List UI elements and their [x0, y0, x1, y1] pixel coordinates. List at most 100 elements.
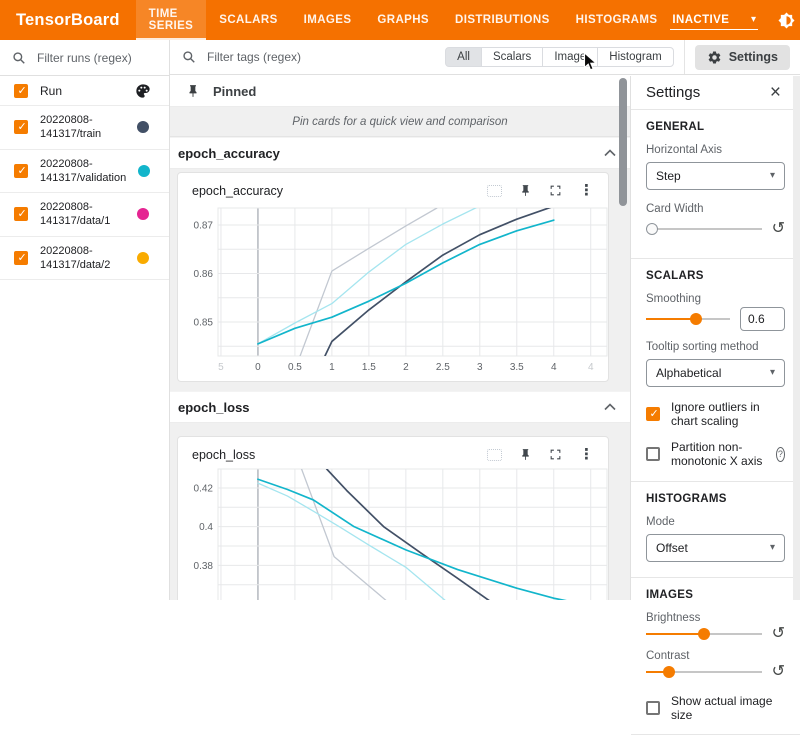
- more-options-icon[interactable]: ⋮: [579, 183, 594, 198]
- reset-icon[interactable]: ↺: [772, 221, 785, 237]
- nav-tab-histograms[interactable]: HISTOGRAMS: [563, 0, 671, 40]
- filter-chip-histogram[interactable]: Histogram: [597, 47, 673, 67]
- nav-tab-distributions[interactable]: DISTRIBUTIONS: [442, 0, 563, 40]
- panel-scrollbar[interactable]: [793, 76, 800, 600]
- ignore-outliers-checkbox[interactable]: [646, 407, 660, 421]
- chevron-down-icon: ▾: [751, 15, 756, 25]
- run-checkbox[interactable]: [14, 207, 28, 221]
- selected-value: Alphabetical: [656, 366, 721, 380]
- field-label: Tooltip sorting method: [646, 341, 785, 353]
- filter-chip-all[interactable]: All: [445, 47, 482, 67]
- chevron-up-icon[interactable]: [604, 149, 616, 157]
- partition-x-axis-checkbox[interactable]: [646, 447, 660, 461]
- card-width-slider[interactable]: [646, 222, 762, 236]
- search-icon: [12, 51, 26, 65]
- runs-list: 20220808-141317/train 20220808-141317/val…: [0, 106, 169, 280]
- filter-chip-scalars[interactable]: Scalars: [481, 47, 543, 67]
- pinned-section-header: Pinned: [170, 76, 630, 107]
- settings-button[interactable]: Settings: [695, 45, 790, 70]
- runs-filter[interactable]: [0, 40, 169, 76]
- nav-tab-graphs[interactable]: GRAPHS: [364, 0, 442, 40]
- svg-text:4: 4: [588, 362, 594, 373]
- checkbox-label: Partition non-monotonic X axis: [671, 440, 763, 468]
- pin-icon[interactable]: [519, 184, 532, 197]
- divider: [684, 40, 685, 74]
- run-row[interactable]: 20220808-141317/data/1: [0, 193, 169, 237]
- field-label: Mode: [646, 516, 785, 528]
- tags-filter-input[interactable]: [205, 49, 445, 65]
- field-label: Contrast: [646, 650, 785, 662]
- pin-icon: [186, 84, 200, 98]
- run-color-dot: [137, 252, 149, 264]
- pin-icon[interactable]: [519, 448, 532, 461]
- settings-section-images: IMAGES Brightness ↺ Contrast ↺ Show actu…: [631, 578, 800, 748]
- nav-tab-scalars[interactable]: SCALARS: [206, 0, 290, 40]
- nav-tab-time-series[interactable]: TIME SERIES: [136, 0, 207, 40]
- run-color-dot: [138, 165, 150, 177]
- reset-icon[interactable]: ↺: [772, 626, 785, 642]
- section-header-epoch-loss[interactable]: epoch_loss: [170, 391, 630, 423]
- run-row[interactable]: 20220808-141317/data/2: [0, 237, 169, 281]
- chevron-down-icon: ▾: [770, 368, 775, 378]
- palette-icon[interactable]: [135, 83, 151, 99]
- settings-section-general: GENERAL Horizontal Axis Step ▾ Card Widt…: [631, 110, 800, 259]
- selected-value: Step: [656, 169, 681, 183]
- settings-section-histograms: HISTOGRAMS Mode Offset ▾: [631, 482, 800, 578]
- fit-to-data-icon[interactable]: [487, 449, 502, 461]
- horizontal-axis-select[interactable]: Step ▾: [646, 162, 785, 190]
- run-row[interactable]: 20220808-141317/validation: [0, 150, 169, 194]
- reset-icon[interactable]: ↺: [772, 664, 785, 680]
- checkbox-label: Show actual image size: [671, 694, 785, 722]
- chevron-down-icon: ▾: [770, 171, 775, 181]
- app-logo: TensorBoard: [16, 0, 120, 40]
- runs-column-label: Run: [40, 84, 123, 98]
- section-header-epoch-accuracy[interactable]: epoch_accuracy: [170, 137, 630, 169]
- theme-toggle-icon[interactable]: [777, 11, 795, 29]
- section-heading: SCALARS: [646, 270, 785, 282]
- run-name: 20220808-141317/data/2: [40, 244, 125, 273]
- contrast-slider[interactable]: [646, 665, 762, 679]
- select-all-checkbox[interactable]: [14, 84, 28, 98]
- card-title: epoch_loss: [192, 448, 255, 462]
- chevron-up-icon[interactable]: [604, 403, 616, 411]
- section-body: epoch_accuracy ⋮ 0.850.860.87500.511.522…: [170, 169, 630, 391]
- svg-text:3.5: 3.5: [510, 362, 524, 373]
- brightness-slider[interactable]: [646, 627, 762, 641]
- run-checkbox[interactable]: [14, 164, 28, 178]
- histogram-mode-select[interactable]: Offset ▾: [646, 534, 785, 562]
- run-row[interactable]: 20220808-141317/train: [0, 106, 169, 150]
- status-dropdown[interactable]: INACTIVE ▾: [670, 11, 758, 30]
- chevron-down-icon: ▾: [770, 543, 775, 553]
- tooltip-sorting-select[interactable]: Alphabetical ▾: [646, 359, 785, 387]
- svg-text:1: 1: [329, 362, 335, 373]
- nav-tab-images[interactable]: IMAGES: [291, 0, 365, 40]
- fullscreen-icon[interactable]: [549, 448, 562, 461]
- line-chart-epoch-loss[interactable]: 0.360.380.40.42: [178, 465, 610, 600]
- pinned-title: Pinned: [213, 84, 256, 99]
- run-checkbox[interactable]: [14, 120, 28, 134]
- more-options-icon[interactable]: ⋮: [579, 447, 594, 462]
- smoothing-value-input[interactable]: [740, 307, 785, 331]
- svg-text:0.42: 0.42: [194, 483, 214, 494]
- show-actual-size-checkbox[interactable]: [646, 701, 660, 715]
- main-scrollbar[interactable]: [619, 78, 627, 206]
- close-icon[interactable]: ×: [770, 83, 781, 102]
- run-color-dot: [137, 121, 149, 133]
- field-label: Brightness: [646, 612, 785, 624]
- run-color-dot: [137, 208, 149, 220]
- runs-filter-input[interactable]: [35, 50, 157, 66]
- smoothing-slider[interactable]: [646, 312, 730, 326]
- help-icon[interactable]: ?: [776, 447, 785, 462]
- run-name: 20220808-141317/data/1: [40, 200, 125, 229]
- run-checkbox[interactable]: [14, 251, 28, 265]
- svg-text:0.85: 0.85: [194, 318, 214, 329]
- main-nav: TIME SERIESSCALARSIMAGESGRAPHSDISTRIBUTI…: [136, 0, 671, 40]
- filter-chip-image[interactable]: Image: [542, 47, 598, 67]
- line-chart-epoch-accuracy[interactable]: 0.850.860.87500.511.522.533.544: [178, 201, 610, 379]
- fit-to-data-icon[interactable]: [487, 185, 502, 197]
- section-body: epoch_loss ⋮ 0.360.380.40.42: [170, 423, 630, 600]
- fullscreen-icon[interactable]: [549, 184, 562, 197]
- selected-value: Offset: [656, 541, 688, 555]
- run-name: 20220808-141317/validation: [40, 157, 126, 186]
- runs-sidebar: Run 20220808-141317/train20220808-141317…: [0, 40, 170, 600]
